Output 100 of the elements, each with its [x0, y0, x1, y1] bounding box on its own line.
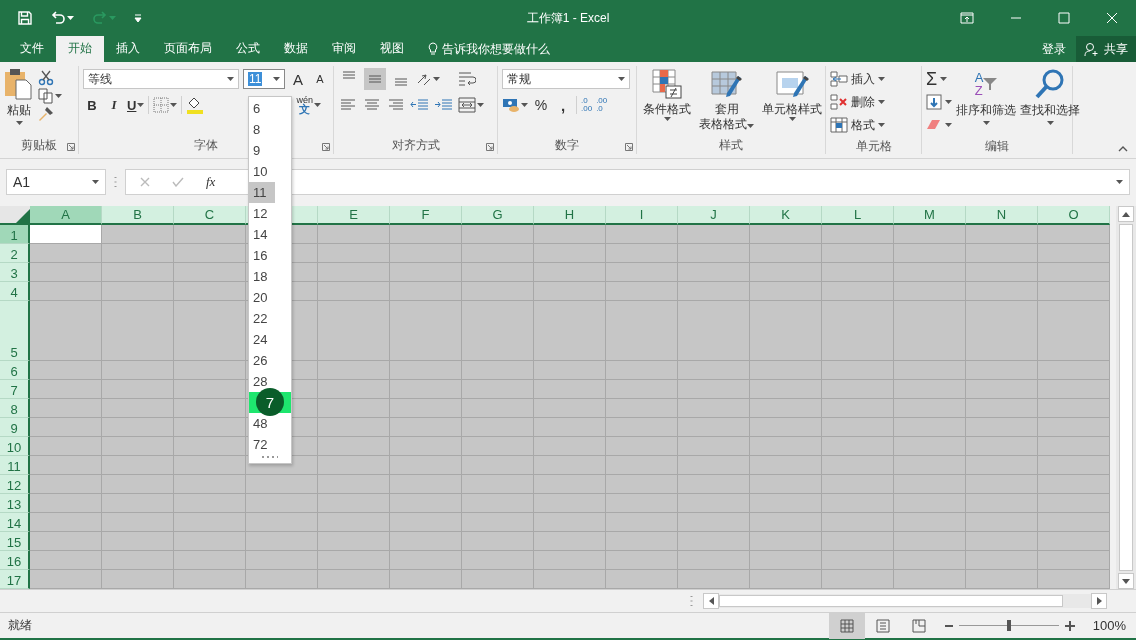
- cell[interactable]: [822, 399, 894, 418]
- cell[interactable]: [894, 532, 966, 551]
- cell[interactable]: [174, 532, 246, 551]
- cell[interactable]: [750, 399, 822, 418]
- cell[interactable]: [174, 282, 246, 301]
- cell[interactable]: [102, 361, 174, 380]
- cell[interactable]: [1038, 399, 1110, 418]
- fill-color-button[interactable]: [186, 96, 205, 114]
- cell[interactable]: [750, 475, 822, 494]
- cell[interactable]: [822, 361, 894, 380]
- resize-grip-icon[interactable]: [261, 455, 279, 459]
- cell[interactable]: [894, 380, 966, 399]
- cell[interactable]: [318, 437, 390, 456]
- customize-toolbar-icon[interactable]: [134, 14, 142, 22]
- cell[interactable]: [390, 532, 462, 551]
- column-header[interactable]: A: [30, 206, 102, 225]
- cell[interactable]: [318, 475, 390, 494]
- cell[interactable]: [174, 551, 246, 570]
- border-button[interactable]: [153, 97, 178, 113]
- cell[interactable]: [1038, 456, 1110, 475]
- cell[interactable]: [1038, 380, 1110, 399]
- cell[interactable]: [678, 456, 750, 475]
- cell[interactable]: [750, 494, 822, 513]
- dialog-launcher-icon[interactable]: [625, 143, 633, 151]
- cell[interactable]: [534, 551, 606, 570]
- row-header[interactable]: 4: [0, 282, 30, 301]
- cell[interactable]: [390, 225, 462, 244]
- grow-font-button[interactable]: A: [289, 70, 307, 88]
- cell[interactable]: [750, 437, 822, 456]
- row-header[interactable]: 10: [0, 437, 30, 456]
- cell[interactable]: [822, 551, 894, 570]
- column-header[interactable]: J: [678, 206, 750, 225]
- insert-function-button[interactable]: fx: [206, 174, 216, 190]
- cell[interactable]: [174, 244, 246, 263]
- cell[interactable]: [102, 551, 174, 570]
- cell[interactable]: [30, 361, 102, 380]
- cell[interactable]: [462, 570, 534, 589]
- cell[interactable]: [1038, 494, 1110, 513]
- cell[interactable]: [678, 437, 750, 456]
- cell[interactable]: [966, 532, 1038, 551]
- cell[interactable]: [246, 570, 318, 589]
- ribbon-tab[interactable]: 插入: [104, 36, 152, 62]
- cell[interactable]: [534, 418, 606, 437]
- scroll-up-icon[interactable]: [1122, 211, 1130, 217]
- cell[interactable]: [462, 361, 534, 380]
- row-header[interactable]: 12: [0, 475, 30, 494]
- cell[interactable]: [1038, 301, 1110, 361]
- cell[interactable]: [678, 244, 750, 263]
- decrease-decimal-button[interactable]: .00 .0: [596, 97, 608, 113]
- cell[interactable]: [750, 361, 822, 380]
- ribbon-tab[interactable]: 文件: [8, 36, 56, 62]
- cell[interactable]: [102, 513, 174, 532]
- row-header[interactable]: 6: [0, 361, 30, 380]
- cell[interactable]: [174, 263, 246, 282]
- cell[interactable]: [606, 532, 678, 551]
- row-header[interactable]: 2: [0, 244, 30, 263]
- cell[interactable]: [606, 570, 678, 589]
- cell[interactable]: [606, 301, 678, 361]
- cell[interactable]: [462, 494, 534, 513]
- cell[interactable]: [30, 244, 102, 263]
- cell[interactable]: [1038, 225, 1110, 244]
- cell[interactable]: [30, 532, 102, 551]
- cell[interactable]: [174, 513, 246, 532]
- horizontal-align-icon[interactable]: [362, 97, 382, 113]
- cell[interactable]: [894, 282, 966, 301]
- cell[interactable]: [318, 418, 390, 437]
- cell[interactable]: [102, 570, 174, 589]
- cell[interactable]: [30, 263, 102, 282]
- cell[interactable]: [1038, 551, 1110, 570]
- cell[interactable]: [1038, 263, 1110, 282]
- ribbon-tab[interactable]: 审阅: [320, 36, 368, 62]
- cell[interactable]: [30, 551, 102, 570]
- row-header[interactable]: 7: [0, 380, 30, 399]
- cell[interactable]: [462, 418, 534, 437]
- cell[interactable]: [390, 494, 462, 513]
- cell[interactable]: [822, 475, 894, 494]
- cell[interactable]: [174, 494, 246, 513]
- select-all-icon[interactable]: [16, 209, 30, 223]
- cell[interactable]: [390, 282, 462, 301]
- cell[interactable]: [822, 532, 894, 551]
- format-painter-icon[interactable]: [38, 106, 54, 122]
- cell[interactable]: [174, 301, 246, 361]
- cell[interactable]: [822, 263, 894, 282]
- cell[interactable]: [102, 263, 174, 282]
- cells-button[interactable]: 格式: [830, 114, 885, 136]
- fill-button[interactable]: [926, 91, 952, 113]
- cell[interactable]: [822, 494, 894, 513]
- cell[interactable]: [534, 570, 606, 589]
- font-size-option[interactable]: 26: [249, 350, 291, 371]
- cell[interactable]: [966, 244, 1038, 263]
- cell[interactable]: [606, 380, 678, 399]
- cell[interactable]: [318, 244, 390, 263]
- cell[interactable]: [102, 494, 174, 513]
- cell[interactable]: [822, 437, 894, 456]
- cell[interactable]: [30, 301, 102, 361]
- cell[interactable]: [390, 301, 462, 361]
- cell[interactable]: [390, 456, 462, 475]
- cell[interactable]: [102, 301, 174, 361]
- cell[interactable]: [606, 399, 678, 418]
- cell[interactable]: [390, 513, 462, 532]
